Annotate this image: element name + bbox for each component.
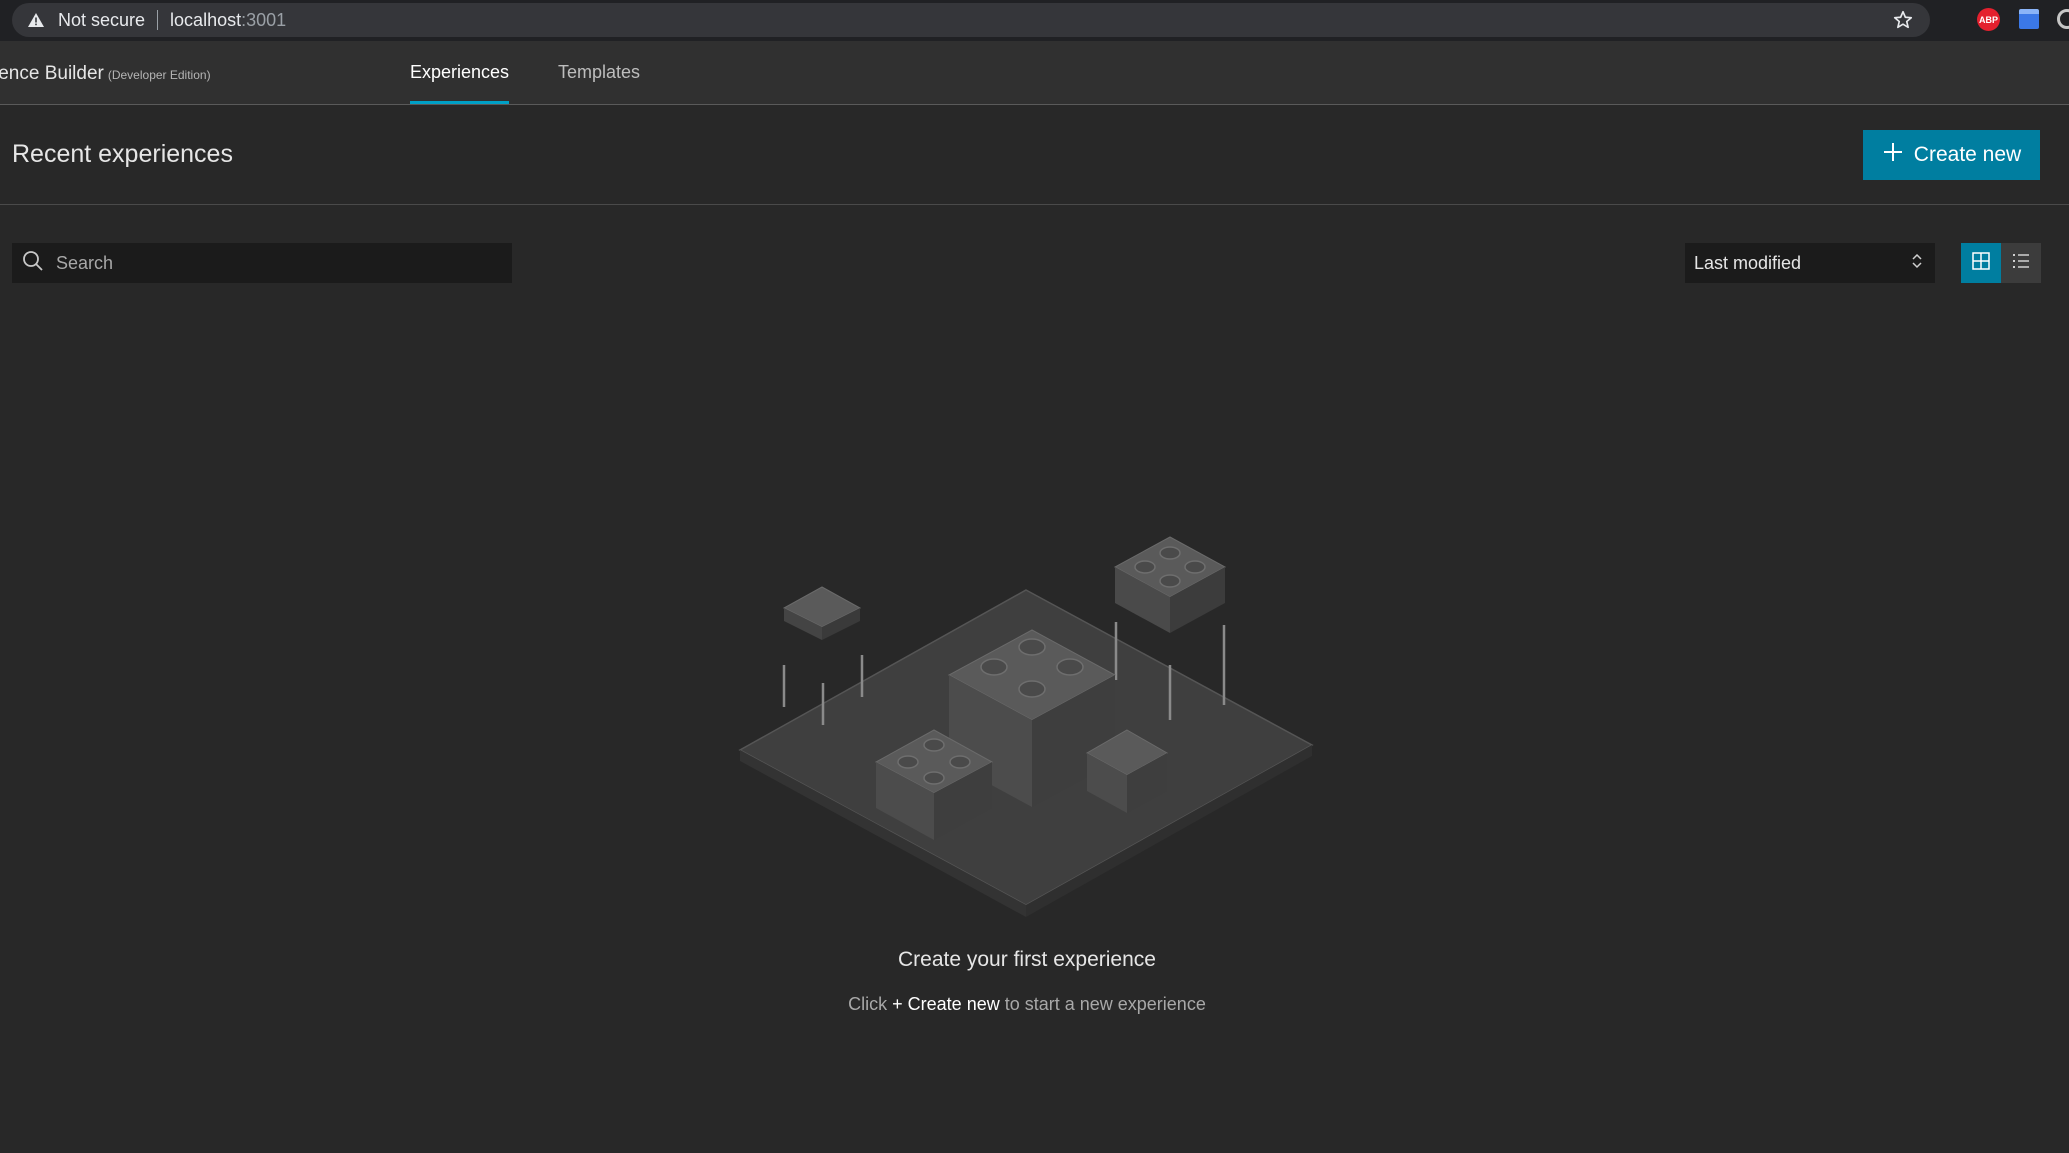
hint-action: + Create new (892, 994, 1000, 1014)
sort-selected-value: Last modified (1694, 252, 1802, 273)
grid-icon (1971, 251, 1991, 276)
search-icon (22, 250, 44, 277)
create-new-label: Create new (1913, 143, 2022, 166)
search-box[interactable] (12, 243, 512, 283)
browser-toolbar: Not secure localhost:3001 ABP (0, 0, 2069, 41)
app-header: ience Builder (Developer Edition) Experie… (0, 41, 2069, 105)
tab-templates[interactable]: Templates (558, 62, 640, 101)
extension-icon[interactable] (2057, 9, 2069, 29)
chevron-up-down-icon (1911, 251, 1923, 276)
search-input[interactable] (54, 251, 494, 275)
sort-select[interactable]: Last modified (1685, 243, 1935, 283)
url-port: :3001 (241, 9, 287, 30)
tab-experiences[interactable]: Experiences (410, 62, 510, 104)
extension-icon[interactable] (2019, 9, 2039, 29)
empty-state-illustration (738, 536, 1314, 917)
hint-prefix: Click (848, 994, 893, 1014)
adblock-extension-icon[interactable]: ABP (1977, 8, 2000, 31)
app-title: ience Builder (Developer Edition) (0, 63, 211, 85)
bookmark-star-icon[interactable] (1892, 9, 1914, 31)
address-separator (157, 10, 159, 30)
plus-icon (1882, 141, 1904, 169)
hint-suffix: to start a new experience (999, 994, 1206, 1014)
list-view-button[interactable] (2001, 243, 2041, 283)
create-new-button[interactable]: Create new (1863, 130, 2040, 180)
warning-icon (26, 10, 46, 30)
url-host: localhost (170, 9, 242, 30)
header-divider (0, 204, 2069, 205)
app-edition: (Developer Edition) (107, 68, 211, 82)
empty-state-hint: Click + Create new to start a new experi… (0, 994, 2054, 1015)
building-blocks-illustration (738, 536, 1314, 917)
list-icon (2011, 251, 2031, 276)
grid-view-button[interactable] (1961, 243, 2001, 283)
empty-state-title: Create your first experience (898, 948, 1156, 971)
address-bar[interactable]: Not secure localhost:3001 (12, 3, 1930, 37)
url-text[interactable]: localhost:3001 (170, 10, 286, 31)
app-name: ience Builder (0, 63, 104, 84)
page-title: Recent experiences (12, 140, 233, 168)
adblock-label: ABP (1978, 14, 1998, 25)
security-status[interactable]: Not secure (58, 10, 145, 31)
